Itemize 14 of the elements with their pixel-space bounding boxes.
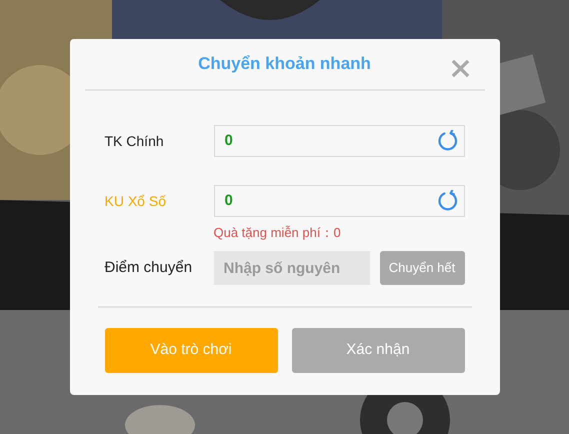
close-icon[interactable] [450,59,470,78]
amount-field[interactable]: Nhập số nguyên [214,251,370,285]
dialog-title: Chuyển khoản nhanh [198,53,371,76]
transfer-label: Điểm chuyển [104,258,194,278]
confirm-button[interactable]: Xác nhận [292,328,464,373]
account-label: TK Chính [104,132,165,150]
refresh-icon[interactable] [436,130,458,152]
account-label: KU Xổ Số [104,192,167,210]
balance-value: 0 [224,190,233,211]
gift-note: Quà tặng miễn phí：0 [214,225,341,240]
transfer-all-button[interactable]: Chuyển hết [380,251,464,285]
balance-value: 0 [224,130,233,151]
refresh-icon[interactable] [436,190,458,212]
enter-game-button[interactable]: Vào trò chơi [104,328,278,373]
